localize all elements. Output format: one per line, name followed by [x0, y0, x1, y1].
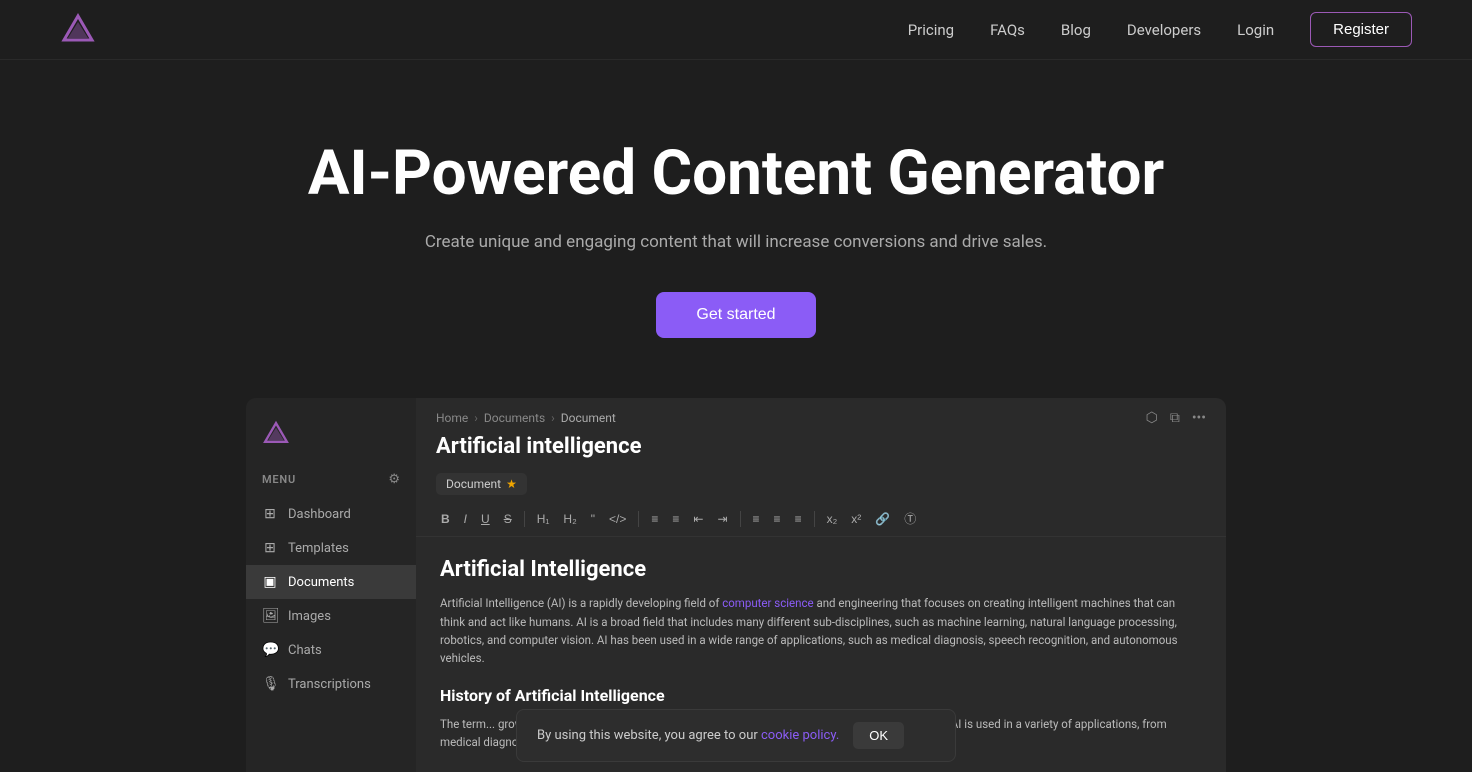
sidebar-item-label: Chats	[288, 643, 322, 658]
cookie-banner: By using this website, you agree to our …	[516, 709, 956, 762]
nav-blog[interactable]: Blog	[1061, 21, 1091, 39]
nav-pricing[interactable]: Pricing	[908, 21, 954, 39]
doc-tab-row: Document ★	[416, 469, 1226, 501]
content-link[interactable]: computer science	[722, 596, 813, 610]
sidebar-settings-icon[interactable]: ⚙	[388, 472, 400, 487]
sidebar-item-documents[interactable]: ▣ Documents	[246, 565, 416, 599]
export-icon[interactable]: ⬡	[1146, 410, 1158, 426]
sidebar-item-label: Images	[288, 609, 331, 624]
register-button[interactable]: Register	[1310, 12, 1412, 47]
toolbar-sep-4	[814, 511, 815, 527]
images-icon: 🖼	[262, 608, 278, 624]
copy-icon[interactable]: ⧉	[1170, 410, 1180, 426]
doc-title: Artificial intelligence	[436, 434, 641, 459]
toolbar-italic[interactable]: I	[459, 509, 472, 529]
content-body: Artificial Intelligence (AI) is a rapidl…	[440, 594, 1202, 668]
toolbar-h2[interactable]: H₂	[558, 509, 581, 529]
get-started-button[interactable]: Get started	[656, 292, 815, 338]
toolbar-clear[interactable]: Ⓣ	[899, 507, 921, 530]
sidebar-item-label: Templates	[288, 541, 349, 556]
breadcrumb-home[interactable]: Home	[436, 411, 468, 425]
transcriptions-icon: 🎙	[262, 676, 278, 692]
doc-tab[interactable]: Document ★	[436, 473, 527, 495]
doc-tab-label: Document	[446, 477, 501, 491]
toolbar-sep-3	[740, 511, 741, 527]
sidebar-item-label: Documents	[288, 575, 354, 590]
templates-icon: ⊞	[262, 540, 278, 556]
doc-toolbar: B I U S H₁ H₂ " </> ≡ ≡ ⇤ ⇥ ≡ ≡ ≡ x₂	[416, 501, 1226, 537]
toolbar-bold[interactable]: B	[436, 509, 455, 529]
sidebar-menu-header: MENU ⚙	[246, 468, 416, 497]
toolbar-indent[interactable]: ⇥	[712, 509, 732, 529]
sidebar-item-images[interactable]: 🖼 Images	[246, 599, 416, 633]
documents-icon: ▣	[262, 574, 278, 590]
star-icon: ★	[506, 477, 517, 491]
toolbar-align-center[interactable]: ≡	[769, 509, 786, 529]
toolbar-underline[interactable]: U	[476, 509, 495, 529]
logo	[60, 12, 96, 48]
toolbar-code[interactable]: </>	[604, 509, 631, 529]
toolbar-sep-1	[524, 511, 525, 527]
toolbar-sep-2	[638, 511, 639, 527]
toolbar-link[interactable]: 🔗	[870, 509, 895, 529]
breadcrumb-document: Document	[561, 411, 616, 425]
cookie-text: By using this website, you agree to our …	[537, 728, 839, 743]
toolbar-outdent[interactable]: ⇤	[688, 509, 708, 529]
nav-login[interactable]: Login	[1237, 21, 1274, 39]
dashboard-icon: ⊞	[262, 506, 278, 522]
toolbar-align-right[interactable]: ≡	[790, 509, 807, 529]
sidebar: MENU ⚙ ⊞ Dashboard ⊞ Templates ▣ Documen…	[246, 398, 416, 771]
content-h2: History of Artificial Intelligence	[440, 686, 1202, 705]
sidebar-item-label: Dashboard	[288, 507, 351, 522]
nav-developers[interactable]: Developers	[1127, 21, 1201, 39]
sidebar-item-templates[interactable]: ⊞ Templates	[246, 531, 416, 565]
sidebar-logo	[246, 414, 416, 468]
sidebar-item-dashboard[interactable]: ⊞ Dashboard	[246, 497, 416, 531]
doc-topbar: Home › Documents › Document ⬡ ⧉ •••	[416, 398, 1226, 426]
toolbar-superscript[interactable]: x²	[846, 509, 866, 529]
content-title: Artificial Intelligence	[440, 557, 1202, 582]
breadcrumb-documents[interactable]: Documents	[484, 411, 545, 425]
cookie-ok-button[interactable]: OK	[853, 722, 904, 749]
toolbar-list-ordered[interactable]: ≡	[646, 509, 663, 529]
toolbar-list-unordered[interactable]: ≡	[667, 509, 684, 529]
cookie-policy-link[interactable]: cookie policy.	[761, 728, 839, 743]
hero-title: AI-Powered Content Generator	[308, 140, 1164, 208]
breadcrumb: Home › Documents › Document	[436, 411, 616, 425]
nav-links: Pricing FAQs Blog Developers Login Regis…	[908, 12, 1412, 47]
chats-icon: 💬	[262, 642, 278, 658]
toolbar-align-left[interactable]: ≡	[748, 509, 765, 529]
hero-subtitle: Create unique and engaging content that …	[425, 232, 1047, 252]
navbar: Pricing FAQs Blog Developers Login Regis…	[0, 0, 1472, 60]
toolbar-strikethrough[interactable]: S	[499, 509, 517, 529]
sidebar-item-label: Transcriptions	[288, 677, 371, 692]
doc-title-row: Artificial intelligence	[416, 426, 1226, 469]
sidebar-item-chats[interactable]: 💬 Chats	[246, 633, 416, 667]
toolbar-subscript[interactable]: x₂	[822, 509, 843, 529]
more-icon[interactable]: •••	[1192, 410, 1206, 426]
toolbar-h1[interactable]: H₁	[532, 509, 555, 529]
nav-faqs[interactable]: FAQs	[990, 21, 1025, 39]
sidebar-item-transcriptions[interactable]: 🎙 Transcriptions	[246, 667, 416, 701]
sidebar-menu-label: MENU	[262, 473, 296, 486]
app-preview: MENU ⚙ ⊞ Dashboard ⊞ Templates ▣ Documen…	[0, 378, 1472, 771]
hero-section: AI-Powered Content Generator Create uniq…	[0, 60, 1472, 378]
toolbar-quote[interactable]: "	[586, 509, 600, 529]
doc-title-icons: ⬡ ⧉ •••	[1146, 410, 1206, 426]
